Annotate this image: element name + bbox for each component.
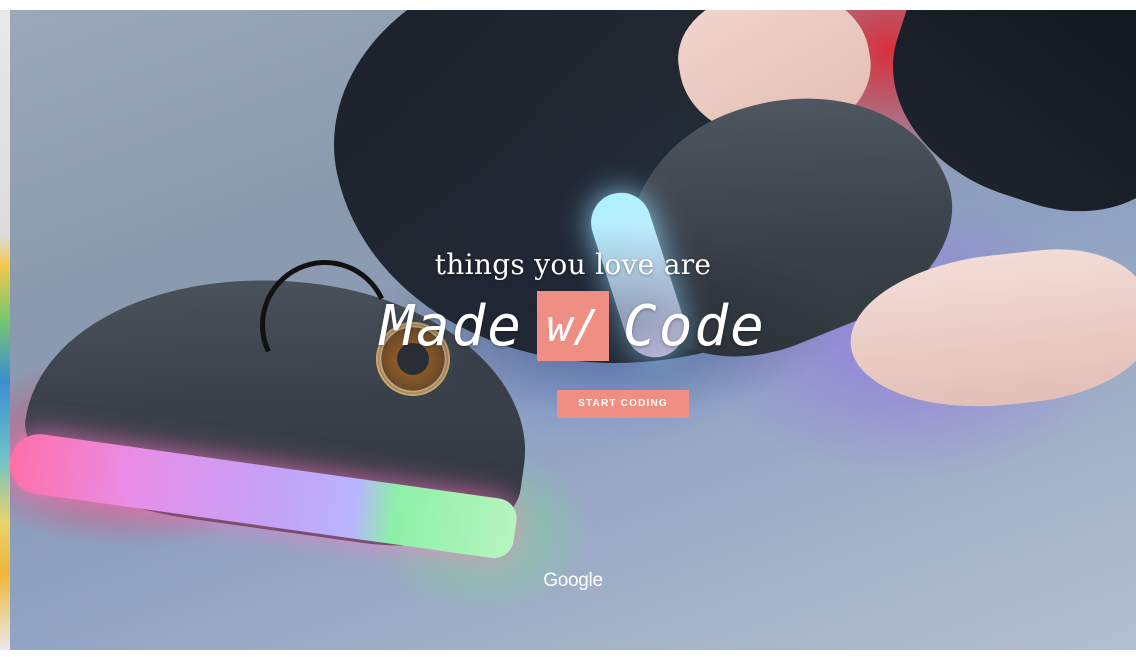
hero-banner: things you love are Made w/ Code START C… bbox=[10, 10, 1136, 650]
left-edge-strip bbox=[0, 10, 10, 650]
page-frame: things you love are Made w/ Code START C… bbox=[0, 0, 1136, 659]
start-coding-button[interactable]: START CODING bbox=[557, 390, 689, 418]
google-logo[interactable]: Google bbox=[10, 570, 1136, 592]
logo-word-code: Code bbox=[623, 293, 766, 359]
logo-with-badge: w/ bbox=[537, 291, 609, 361]
hero-tagline: things you love are bbox=[434, 248, 712, 281]
logo-word-made: Made bbox=[380, 293, 523, 359]
made-with-code-logo: Made w/ Code bbox=[10, 290, 1136, 362]
